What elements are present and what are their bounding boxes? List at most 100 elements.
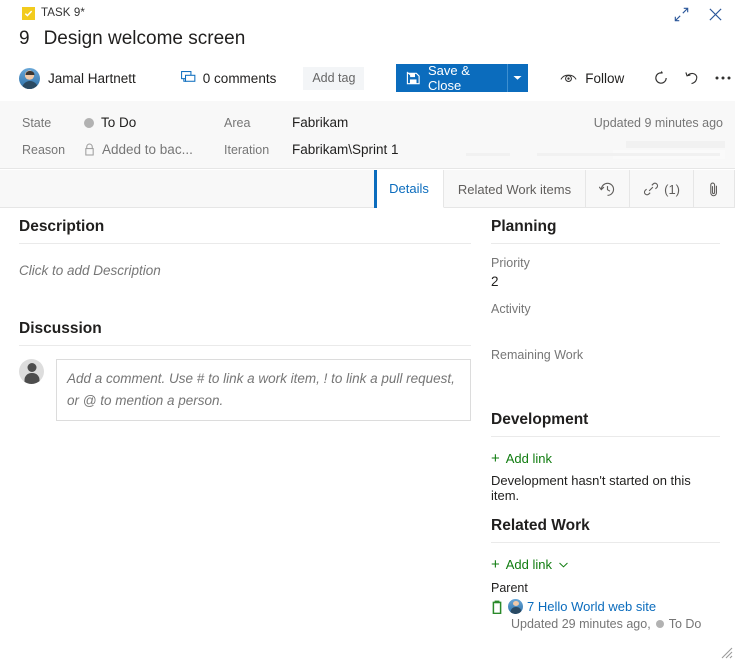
discussion-section: Discussion Add a comment. Use # to link … — [19, 320, 471, 421]
ellipsis-icon — [714, 75, 732, 81]
eye-icon — [560, 72, 577, 84]
plus-icon: + — [491, 557, 500, 572]
parent-link-label: Parent — [491, 581, 720, 595]
add-tag-button[interactable]: Add tag — [303, 67, 364, 90]
state-dot-icon — [656, 620, 664, 628]
field-reason-value: Added to bac... — [84, 142, 193, 157]
related-work-heading: Related Work — [491, 517, 720, 535]
avatar — [19, 68, 40, 89]
section-divider — [491, 243, 720, 244]
work-item-type-row: TASK 9* — [22, 5, 85, 21]
tab-list: Details Related Work items (1) — [374, 170, 735, 208]
link-icon — [643, 181, 659, 197]
priority-label: Priority — [491, 256, 720, 270]
close-icon — [708, 7, 723, 22]
tab-details[interactable]: Details — [374, 170, 444, 208]
state-dot-icon — [84, 118, 94, 128]
work-item-id: 9 — [19, 28, 30, 50]
assigned-to-name[interactable]: Jamal Hartnett — [48, 71, 136, 86]
refresh-icon — [653, 70, 669, 86]
save-and-close-button[interactable]: Save & Close — [396, 64, 507, 92]
work-item-meta-row: Jamal Hartnett 0 comments Add tag — [19, 64, 364, 92]
expand-diagonal-icon — [674, 7, 689, 22]
comment-input[interactable]: Add a comment. Use # to link a work item… — [56, 359, 471, 421]
field-state-label: State — [22, 116, 84, 130]
field-area[interactable]: Area Fabrikam — [224, 115, 348, 130]
comments-count-label: 0 comments — [203, 71, 277, 86]
field-placeholder-bar — [466, 153, 510, 156]
work-item-actions: Save & Close Follow — [396, 64, 735, 92]
more-options-button[interactable] — [710, 64, 735, 92]
work-item-title[interactable]: Design welcome screen — [44, 28, 246, 50]
tab-history[interactable] — [586, 170, 630, 208]
save-options-dropdown[interactable] — [507, 64, 528, 92]
remaining-work-value[interactable] — [491, 366, 720, 382]
link-count-label: (1) — [664, 182, 680, 197]
task-check-icon — [22, 7, 35, 20]
parent-link-meta: Updated 29 minutes ago, To Do — [511, 617, 720, 631]
undo-button[interactable] — [679, 64, 704, 92]
related-work-add-link-label: Add link — [506, 557, 552, 572]
description-heading: Description — [19, 218, 471, 236]
history-icon — [599, 181, 616, 198]
follow-button[interactable]: Follow — [560, 71, 624, 86]
section-divider — [19, 345, 471, 346]
work-item-fields: State To Do Reason Added to bac... Area … — [0, 101, 735, 169]
related-work-add-link-button[interactable]: + Add link — [491, 557, 720, 572]
lock-icon — [84, 143, 95, 156]
work-item-dialog: TASK 9* 9 Design welcome screen Jamal Ha… — [0, 0, 735, 661]
work-item-header: TASK 9* 9 Design welcome screen Jamal Ha… — [0, 0, 735, 101]
comment-row: Add a comment. Use # to link a work item… — [19, 359, 471, 421]
development-section: Development + Add link Development hasn'… — [491, 411, 720, 503]
field-iteration-label: Iteration — [224, 143, 292, 157]
person-avatar-icon — [508, 599, 523, 614]
attachment-icon — [707, 181, 721, 198]
field-area-value: Fabrikam — [292, 115, 348, 130]
window-controls — [669, 2, 727, 26]
planning-heading: Planning — [491, 218, 720, 236]
development-heading: Development — [491, 411, 720, 429]
follow-label: Follow — [585, 71, 624, 86]
expand-button[interactable] — [669, 2, 693, 26]
tab-links[interactable]: (1) — [630, 170, 694, 208]
field-placeholder-bar — [537, 153, 720, 156]
work-item-title-row: 9 Design welcome screen — [19, 28, 245, 50]
section-divider — [491, 436, 720, 437]
field-area-label: Area — [224, 116, 292, 130]
planning-section: Planning Priority 2 Activity Remaining W… — [491, 218, 720, 382]
tab-related-work-items[interactable]: Related Work items — [444, 170, 586, 208]
work-item-tabbar: Details Related Work items (1) — [0, 170, 735, 208]
description-input[interactable]: Click to add Description — [19, 263, 471, 278]
resize-grip-icon[interactable] — [719, 645, 733, 659]
parent-state-label: To Do — [669, 617, 702, 631]
parent-updated-label: Updated 29 minutes ago, — [511, 617, 651, 631]
field-reason-label: Reason — [22, 143, 84, 157]
section-divider — [19, 243, 471, 244]
tab-attachments[interactable] — [694, 170, 735, 208]
remaining-work-label: Remaining Work — [491, 348, 720, 362]
comments-link[interactable]: 0 comments — [181, 71, 277, 86]
save-disk-icon — [406, 71, 421, 86]
work-item-type-label: TASK 9* — [41, 7, 85, 19]
field-reason: Reason Added to bac... — [22, 142, 193, 157]
priority-value[interactable]: 2 — [491, 274, 720, 290]
description-section: Description Click to add Description — [19, 218, 471, 278]
discussion-heading: Discussion — [19, 320, 471, 338]
field-state[interactable]: State To Do — [22, 115, 136, 130]
parent-link-title[interactable]: 7 Hello World web site — [527, 599, 656, 614]
refresh-button[interactable] — [648, 64, 673, 92]
parent-link-row[interactable]: 7 Hello World web site — [491, 599, 720, 614]
chevron-down-icon — [513, 75, 522, 81]
close-button[interactable] — [703, 2, 727, 26]
section-divider — [491, 542, 720, 543]
development-add-link-label: Add link — [506, 451, 552, 466]
field-iteration[interactable]: Iteration Fabrikam\Sprint 1 — [224, 142, 399, 157]
work-item-body: Description Click to add Description Dis… — [0, 208, 735, 661]
activity-label: Activity — [491, 302, 720, 316]
comment-icon — [181, 71, 196, 85]
activity-value[interactable] — [491, 320, 720, 336]
field-state-value: To Do — [84, 115, 136, 130]
development-add-link-button[interactable]: + Add link — [491, 451, 720, 466]
field-placeholder-bar — [626, 141, 725, 148]
last-updated-label: Updated 9 minutes ago — [594, 116, 723, 130]
